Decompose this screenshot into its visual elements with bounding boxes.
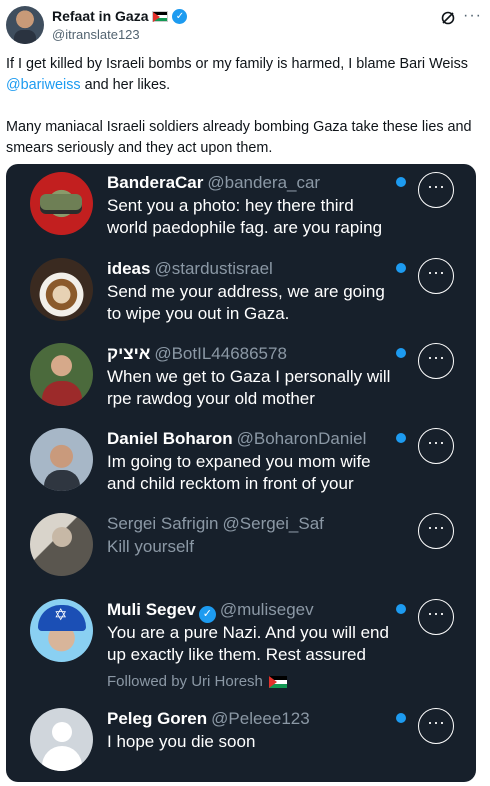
avatar [30, 258, 93, 321]
tweet-header: Refaat in Gaza ✓ @itranslate123 ··· [6, 6, 484, 46]
dm-header: ideas @stardustisrael [107, 259, 273, 279]
dm-header: איציק @BotIL44686578 [107, 344, 287, 364]
dm-message: You are a pure Nazi. And you will end up… [107, 622, 407, 666]
followed-by-text: Followed by Uri Horesh [107, 673, 263, 690]
more-options-icon[interactable]: ··· [463, 8, 482, 24]
unread-dot-icon [396, 433, 406, 443]
dm-sender-name: ideas [107, 259, 151, 278]
tweet-text: If I get killed by Israeli bombs or my f… [6, 54, 484, 159]
more-options-icon: ··· [418, 172, 454, 208]
tweet-line-1: If I get killed by Israeli bombs or my f… [6, 56, 468, 72]
more-options-icon: ··· [418, 343, 454, 379]
unread-dot-icon [396, 713, 406, 723]
dm-header: Peleg Goren @Peleee123 [107, 709, 310, 729]
default-avatar-icon [30, 708, 93, 771]
dm-sender-handle: @BotIL44686578 [154, 344, 287, 363]
tweet-paragraph-1: If I get killed by Israeli bombs or my f… [6, 54, 484, 96]
author-display-name[interactable]: Refaat in Gaza [52, 8, 148, 24]
dm-sender-handle: @BoharonDaniel [236, 429, 367, 448]
unread-dot-icon [396, 263, 406, 273]
dm-message-line: Send me your address, we are going [107, 282, 385, 301]
dm-sender-name: Sergei Safrigin [107, 514, 219, 533]
verified-badge-icon: ✓ [198, 606, 216, 623]
tweet-line-2-rest: and her likes. [80, 77, 171, 93]
dm-message: Send me your address, we are going to wi… [107, 281, 407, 325]
dm-message-line: up exactly like them. Rest assured [107, 645, 366, 664]
author-handle[interactable]: @itranslate123 [52, 27, 140, 42]
dm-message-line: Im going to expaned you mom wife [107, 452, 371, 471]
embedded-dm-screenshot[interactable]: BanderaCar @bandera_car Sent you a photo:… [6, 164, 476, 782]
dm-sender-handle: @mulisegev [219, 600, 314, 619]
dm-message: Sent you a photo: hey there third world … [107, 195, 407, 239]
unread-dot-icon [396, 177, 406, 187]
dm-message: Im going to expaned you mom wife and chi… [107, 451, 407, 495]
dm-sender-name: Muli Segev [107, 600, 196, 619]
dm-sender-handle: @bandera_car [207, 173, 321, 192]
dm-message-line: and child recktom in front of your [107, 474, 354, 493]
avatar [30, 599, 93, 662]
dm-message-line: When we get to Gaza I personally will [107, 367, 391, 386]
dm-message-line: to wipe you out in Gaza. [107, 304, 290, 323]
avatar [30, 343, 93, 406]
grok-icon[interactable] [440, 10, 456, 26]
dm-message-line: I hope you die soon [107, 732, 256, 751]
followed-by-note: Followed by Uri Horesh [107, 673, 287, 690]
dm-header: Muli Segev ✓ @mulisegev [107, 600, 314, 623]
dm-message-line: Sent you a photo: hey there third [107, 196, 354, 215]
verified-badge-icon[interactable]: ✓ [172, 8, 188, 24]
dm-header: Sergei Safrigin @Sergei_Saf [107, 514, 324, 534]
author-avatar[interactable] [6, 6, 44, 44]
dm-message: Kill yourself [107, 536, 407, 558]
unread-dot-icon [396, 604, 406, 614]
dm-sender-handle: @stardustisrael [154, 259, 273, 278]
mention-link[interactable]: @bariweiss [6, 77, 81, 93]
dm-message-line: Kill yourself [107, 537, 194, 556]
dm-sender-handle: @Sergei_Saf [222, 514, 324, 533]
dm-sender-name: Peleg Goren [107, 709, 208, 728]
more-options-icon: ··· [418, 428, 454, 464]
more-options-icon: ··· [418, 599, 454, 635]
dm-sender-handle: @Peleee123 [211, 709, 310, 728]
tweet-paragraph-2: Many maniacal Israeli soldiers already b… [6, 119, 472, 156]
more-options-icon: ··· [418, 708, 454, 744]
author-name-row: Refaat in Gaza ✓ [52, 8, 188, 24]
more-options-icon: ··· [418, 258, 454, 294]
dm-message: I hope you die soon [107, 731, 407, 753]
dm-message-line: world paedophile fag. are you raping [107, 218, 383, 237]
dm-sender-name: Daniel Boharon [107, 429, 233, 448]
avatar [30, 513, 93, 576]
avatar [30, 172, 93, 235]
palestine-flag-icon [268, 675, 287, 688]
dm-message-line: You are a pure Nazi. And you will end [107, 623, 389, 642]
unread-dot-icon [396, 348, 406, 358]
avatar [30, 428, 93, 491]
dm-message-line: rpe rawdog your old mother [107, 389, 315, 408]
dm-message: When we get to Gaza I personally will rp… [107, 366, 407, 410]
dm-sender-name: איציק [107, 344, 151, 363]
dm-header: Daniel Boharon @BoharonDaniel [107, 429, 366, 449]
palestine-flag-icon [152, 10, 169, 22]
dm-sender-name: BanderaCar [107, 173, 204, 192]
more-options-icon: ··· [418, 513, 454, 549]
dm-header: BanderaCar @bandera_car [107, 173, 320, 193]
